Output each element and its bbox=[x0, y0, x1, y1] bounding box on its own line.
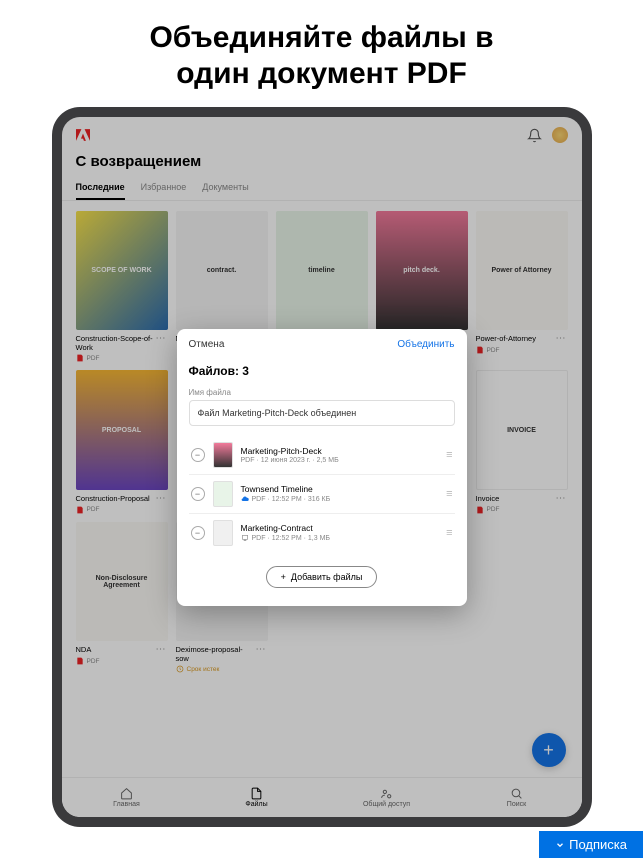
promo-title: Объединяйте файлы в один документ PDF bbox=[0, 0, 643, 107]
file-count: Файлов: 3 bbox=[189, 364, 455, 378]
drag-handle-icon[interactable]: ≡ bbox=[446, 449, 452, 461]
promo-line1: Объединяйте файлы в bbox=[40, 20, 603, 56]
plus-icon: + bbox=[281, 572, 286, 582]
modal-overlay[interactable]: Отмена Объединить Файлов: 3 Имя файла − … bbox=[62, 117, 582, 817]
combine-modal: Отмена Объединить Файлов: 3 Имя файла − … bbox=[177, 329, 467, 606]
subscribe-label: Подписка bbox=[569, 837, 627, 852]
remove-icon[interactable]: − bbox=[191, 487, 205, 501]
remove-icon[interactable]: − bbox=[191, 526, 205, 540]
promo-line2: один документ PDF bbox=[40, 56, 603, 92]
combine-button[interactable]: Объединить bbox=[397, 339, 454, 350]
add-files-label: Добавить файлы bbox=[291, 572, 362, 582]
file-meta: PDF · 12:52 PM · 316 КБ bbox=[241, 495, 439, 503]
local-icon bbox=[241, 534, 249, 542]
add-files-button[interactable]: + Добавить файлы bbox=[266, 566, 378, 588]
remove-icon[interactable]: − bbox=[191, 448, 205, 462]
tablet-screen: С возвращением Последние Избранное Докум… bbox=[62, 117, 582, 817]
cloud-icon bbox=[241, 495, 249, 503]
chevron-down-icon bbox=[555, 840, 565, 850]
drag-handle-icon[interactable]: ≡ bbox=[446, 488, 452, 500]
file-row[interactable]: − Marketing-Pitch-Deck PDF · 12 июня 202… bbox=[189, 436, 455, 474]
file-row[interactable]: − Townsend Timeline PDF · 12:52 PM · 316… bbox=[189, 475, 455, 513]
file-thumb bbox=[213, 442, 233, 468]
file-name: Townsend Timeline bbox=[241, 484, 439, 494]
drag-handle-icon[interactable]: ≡ bbox=[446, 527, 452, 539]
file-meta: PDF · 12 июня 2023 г. · 2,5 МБ bbox=[241, 457, 439, 464]
cancel-button[interactable]: Отмена bbox=[189, 339, 225, 350]
file-list: − Marketing-Pitch-Deck PDF · 12 июня 202… bbox=[189, 436, 455, 552]
file-name: Marketing-Pitch-Deck bbox=[241, 446, 439, 456]
subscribe-button[interactable]: Подписка bbox=[539, 831, 643, 858]
filename-input[interactable] bbox=[189, 400, 455, 426]
tablet-frame: С возвращением Последние Избранное Докум… bbox=[52, 107, 592, 827]
file-thumb bbox=[213, 520, 233, 546]
file-thumb bbox=[213, 481, 233, 507]
file-name: Marketing-Contract bbox=[241, 523, 439, 533]
file-row[interactable]: − Marketing-Contract PDF · 12:52 PM · 1,… bbox=[189, 514, 455, 552]
file-meta: PDF · 12:52 PM · 1,3 МБ bbox=[241, 534, 439, 542]
filename-label: Имя файла bbox=[189, 388, 455, 397]
